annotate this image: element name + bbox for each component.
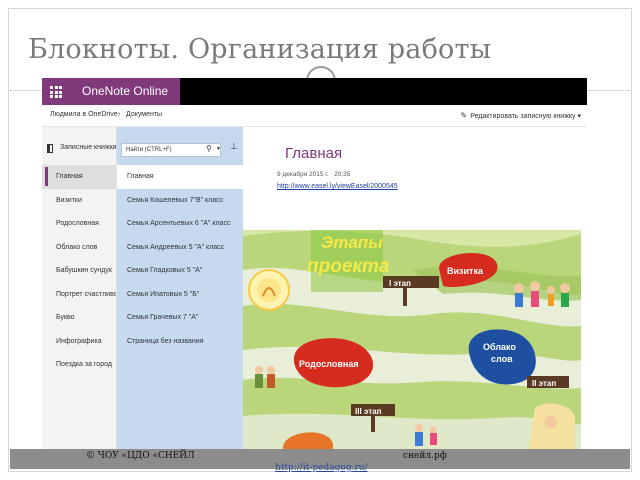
page-item[interactable]: Семья Кошелевых 7"В" класс [117, 189, 243, 213]
project-stages-poster: Этапы проекта I этап Визитка Родословная [243, 230, 581, 450]
section-item[interactable]: Облако слов [42, 236, 116, 260]
page-item[interactable]: Семья Ипатовых 5 "Б" [117, 283, 243, 307]
poster-title-line2: проекта [307, 256, 390, 277]
pin-icon[interactable]: ⊥ [230, 141, 238, 152]
rodoslovnaya-badge: Родословная [299, 359, 359, 369]
page-item[interactable]: Семья Арсентьевых 6 "А" класс [117, 212, 243, 236]
vizitka-badge: Визитка [447, 266, 484, 276]
page-item[interactable]: Семья Гладковых 5 "А" [117, 259, 243, 283]
section-list: Главная Визитки Родословная Облако слов … [42, 165, 116, 377]
oblako-badge-line1: Облако [483, 342, 516, 352]
section-item[interactable]: Визитки [42, 189, 116, 213]
app-launcher-icon[interactable] [50, 86, 62, 98]
sun-logo [248, 269, 290, 311]
notebook-panel: Записные книжки Главная Визитки Родослов… [42, 127, 117, 450]
oblako-badge-line2: слов [491, 354, 513, 364]
page-time: 20:35 [334, 171, 351, 178]
breadcrumb: Людмила в OneDrive › Документы ✎ Редактир… [42, 105, 587, 127]
notebooks-header[interactable]: Записные книжки [42, 127, 117, 165]
footer-org: © ЧОУ «ЦДО «СНЕЙЛ [86, 451, 195, 461]
edit-notebook-label: Редактировать записную книжку [470, 113, 576, 120]
footer-site[interactable]: снейл.рф [403, 451, 447, 461]
page-item[interactable]: Семья Андреевых 5 "А" класс [117, 236, 243, 260]
notebooks-label: Записные книжки [60, 144, 117, 151]
page-item[interactable]: Семья Грачевых 7 "А" [117, 306, 243, 330]
notebook-icon [47, 144, 53, 153]
breadcrumb-separator: › [118, 111, 121, 118]
chevron-down-icon[interactable]: ▼ [216, 146, 221, 152]
page-list: Главная Семья Кошелевых 7"В" класс Семья… [117, 165, 243, 353]
page-date: 9 декабря 2015 г. [277, 171, 329, 178]
search-icon[interactable]: ⚲ [206, 144, 212, 153]
page-panel: Найти (CTRL+F) ⚲ ▼ ⊥ Главная Семья Кошел… [117, 127, 243, 450]
section-item[interactable]: Бабушкин сундук [42, 259, 116, 283]
stage-2-sign: II этап [532, 379, 556, 388]
poster-title-line1: Этапы [321, 233, 383, 252]
slide-title: Блокноты. Организация работы [28, 34, 492, 65]
easel-link[interactable]: http://www.easel.ly/viewEasel/2000545 [277, 183, 398, 190]
breadcrumb-documents[interactable]: Документы [126, 111, 162, 118]
brand-block: OneNote Online [42, 78, 180, 105]
page-title[interactable]: Главная [285, 145, 342, 162]
page-item[interactable]: Главная [117, 165, 243, 189]
section-item[interactable]: Родословная [42, 212, 116, 236]
app-topbar: OneNote Online [42, 78, 587, 105]
page-content: Главная 9 декабря 2015 г. 20:35 http://w… [243, 127, 587, 450]
app-name[interactable]: OneNote Online [82, 84, 168, 98]
pencil-icon: ✎ [460, 111, 468, 120]
page-item[interactable]: Страница без названия [117, 330, 243, 354]
section-item[interactable]: Поездка за город [42, 353, 116, 377]
edit-notebook-button[interactable]: ✎ Редактировать записную книжку ▾ [461, 111, 582, 120]
onenote-window: OneNote Online Людмила в OneDrive › Доку… [42, 78, 587, 450]
section-item[interactable]: Букво [42, 306, 116, 330]
stage-1-sign: I этап [389, 279, 411, 288]
section-item[interactable]: Инфографика [42, 330, 116, 354]
footer-url[interactable]: http://it-pedagog.ru/ [275, 463, 368, 473]
section-item[interactable]: Портрет счастливой [42, 283, 116, 307]
section-item[interactable]: Главная [42, 165, 116, 189]
stage-3-sign: III этап [355, 407, 382, 416]
breadcrumb-onedrive[interactable]: Людмила в OneDrive [50, 111, 118, 118]
page-timestamp: 9 декабря 2015 г. 20:35 [277, 171, 350, 178]
